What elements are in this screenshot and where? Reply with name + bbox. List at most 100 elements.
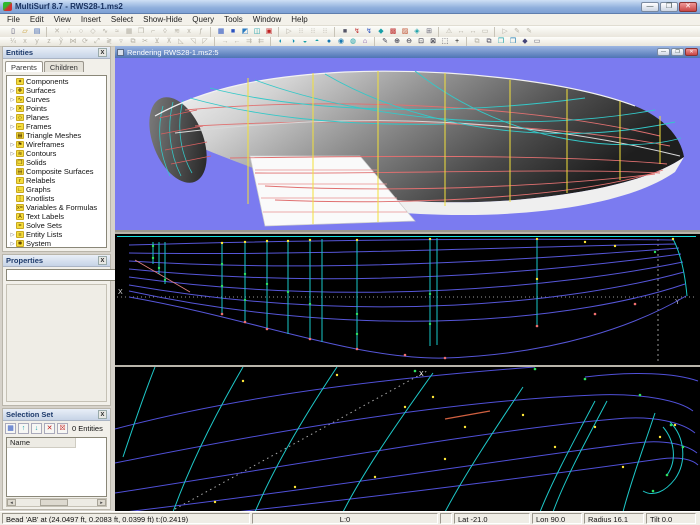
properties-close-icon[interactable]: x <box>98 256 107 265</box>
move-up-icon[interactable]: ↑ <box>18 423 29 434</box>
paste-icon[interactable]: ◆ <box>519 37 531 47</box>
expand-icon[interactable]: ▷ <box>9 88 16 94</box>
compass-icon[interactable]: ◆ <box>375 27 387 37</box>
view-bottom-icon[interactable]: ◉ <box>335 37 347 47</box>
pan-icon[interactable]: + <box>451 37 463 47</box>
tab-children[interactable]: Children <box>44 61 84 72</box>
tree-item-planes[interactable]: ▷◇Planes <box>7 113 106 122</box>
close-button[interactable]: ✕ <box>679 2 697 12</box>
entities-close-icon[interactable]: x <box>98 48 107 57</box>
selection-set-list[interactable]: Name <box>6 437 107 497</box>
mesh-red-icon[interactable]: ▩ <box>387 27 399 37</box>
multi-view-icon[interactable]: ◫ <box>251 27 263 37</box>
menu-tools[interactable]: Tools <box>219 15 248 24</box>
menu-query[interactable]: Query <box>187 15 219 24</box>
tree-item-components[interactable]: ✦Components <box>7 77 106 86</box>
render-viewport[interactable] <box>115 58 700 230</box>
expand-icon[interactable]: ▷ <box>9 97 16 103</box>
tab-parents[interactable]: Parents <box>5 61 43 72</box>
selection-grid-icon[interactable]: ▦ <box>5 423 16 434</box>
view-home-icon[interactable]: ⌂ <box>359 37 371 47</box>
perspective-viewport[interactable]: X <box>115 365 700 510</box>
clear-all-icon[interactable]: ☒ <box>57 423 68 434</box>
tree-item-entity-lists[interactable]: ▷≡Entity Lists <box>7 230 106 239</box>
move-down-icon[interactable]: ↓ <box>31 423 42 434</box>
shaded-view-icon[interactable]: ■ <box>227 27 239 37</box>
selection-set-close-icon[interactable]: x <box>98 410 107 419</box>
pen-icon[interactable]: ✎ <box>379 37 391 47</box>
scroll-thumb[interactable] <box>40 499 68 506</box>
table-icon[interactable]: ⊞ <box>423 27 435 37</box>
copy-icon[interactable]: ⧉ <box>483 37 495 47</box>
select-all-icon[interactable]: ■ <box>339 27 351 37</box>
selection-column-name[interactable]: Name <box>7 438 76 448</box>
drag-point-icon[interactable]: ↯ <box>351 27 363 37</box>
zoom-window-icon[interactable]: ⊡ <box>415 37 427 47</box>
minimize-button[interactable]: — <box>641 2 659 12</box>
menu-select[interactable]: Select <box>106 15 138 24</box>
tree-item-knotlists[interactable]: ┆Knotlists <box>7 194 106 203</box>
view-top-icon[interactable]: ● <box>323 37 335 47</box>
tree-item-frames[interactable]: ▷⌐Frames <box>7 122 106 131</box>
render-close-button[interactable]: ✕ <box>685 48 698 56</box>
view-front-icon[interactable]: ◐ <box>275 37 287 47</box>
tree-item-points[interactable]: ▷✕Points <box>7 104 106 113</box>
zoom-out-icon[interactable]: ⊖ <box>403 37 415 47</box>
drag-curve-icon[interactable]: ↯ <box>363 27 375 37</box>
expand-icon[interactable]: ▷ <box>9 241 16 247</box>
tree-item-relabels[interactable]: rRelabels <box>7 176 106 185</box>
expand-icon[interactable]: ▷ <box>9 232 16 238</box>
tree-item-wireframes[interactable]: ▷⚑Wireframes <box>7 140 106 149</box>
scroll-left-icon[interactable]: ◂ <box>7 499 16 506</box>
tree-item-composite-surfaces[interactable]: ▤Composite Surfaces <box>7 167 106 176</box>
tree-item-graphs[interactable]: ∟Graphs <box>7 185 106 194</box>
note-icon[interactable]: ▭ <box>531 37 543 47</box>
view-back-icon[interactable]: ◑ <box>287 37 299 47</box>
maximize-button[interactable]: ❐ <box>660 2 678 12</box>
tree-item-curves[interactable]: ▷∿Curves <box>7 95 106 104</box>
tree-item-contours[interactable]: ▷≋Contours <box>7 149 106 158</box>
expand-icon[interactable]: ▷ <box>9 124 16 130</box>
expand-icon[interactable]: ▷ <box>9 106 16 112</box>
remove-icon[interactable]: ✕ <box>44 423 55 434</box>
tree-item-triangle-meshes[interactable]: ▦Triangle Meshes <box>7 131 106 140</box>
menu-window[interactable]: Window <box>248 15 286 24</box>
tree-item-surfaces[interactable]: ▷❖Surfaces <box>7 86 106 95</box>
expand-icon[interactable]: ▷ <box>9 115 16 121</box>
tree-item-variables-formulas[interactable]: x=Variables & Formulas <box>7 203 106 212</box>
render-maximize-button[interactable]: ❐ <box>671 48 684 56</box>
render-minimize-button[interactable]: — <box>657 48 670 56</box>
menu-edit[interactable]: Edit <box>25 15 49 24</box>
save-icon[interactable]: ▤ <box>31 27 43 37</box>
surfaces-icon: ❖ <box>16 87 24 94</box>
frame-icon[interactable]: ⬚ <box>439 37 451 47</box>
mesh-edit-icon[interactable]: ▨ <box>399 27 411 37</box>
new-file-icon[interactable]: ▯ <box>7 27 19 37</box>
profile-viewport[interactable]: X Y <box>115 232 700 363</box>
tree-item-system[interactable]: ▷✱System <box>7 239 106 248</box>
selection-hscrollbar[interactable]: ◂ ▸ <box>6 498 107 507</box>
tree-item-solids[interactable]: ❒Solids <box>7 158 106 167</box>
copy-part-icon[interactable]: ❒ <box>507 37 519 47</box>
open-file-icon[interactable]: ▱ <box>19 27 31 37</box>
view-right-icon[interactable]: ◓ <box>311 37 323 47</box>
menu-help[interactable]: Help <box>286 15 312 24</box>
zoom-in-icon[interactable]: ⊕ <box>391 37 403 47</box>
tree-item-text-labels[interactable]: AText Labels <box>7 212 106 221</box>
scroll-right-icon[interactable]: ▸ <box>97 499 106 506</box>
tree-item-solve-sets[interactable]: =Solve Sets <box>7 221 106 230</box>
menu-show-hide[interactable]: Show-Hide <box>138 15 187 24</box>
menu-file[interactable]: File <box>2 15 25 24</box>
render-view-icon[interactable]: ▣ <box>263 27 275 37</box>
select-view-icon[interactable]: ◩ <box>239 27 251 37</box>
menu-insert[interactable]: Insert <box>76 15 106 24</box>
wireframe-view-icon[interactable]: ▦ <box>215 27 227 37</box>
zoom-all-icon[interactable]: ⊠ <box>427 37 439 47</box>
expand-icon[interactable]: ▷ <box>9 142 16 148</box>
menu-view[interactable]: View <box>49 15 76 24</box>
expand-icon[interactable]: ▷ <box>9 151 16 157</box>
view-iso-icon[interactable]: ◍ <box>347 37 359 47</box>
view-left-icon[interactable]: ◒ <box>299 37 311 47</box>
diagonal-icon[interactable]: ◈ <box>411 27 423 37</box>
copy-solid-icon[interactable]: ❒ <box>495 37 507 47</box>
